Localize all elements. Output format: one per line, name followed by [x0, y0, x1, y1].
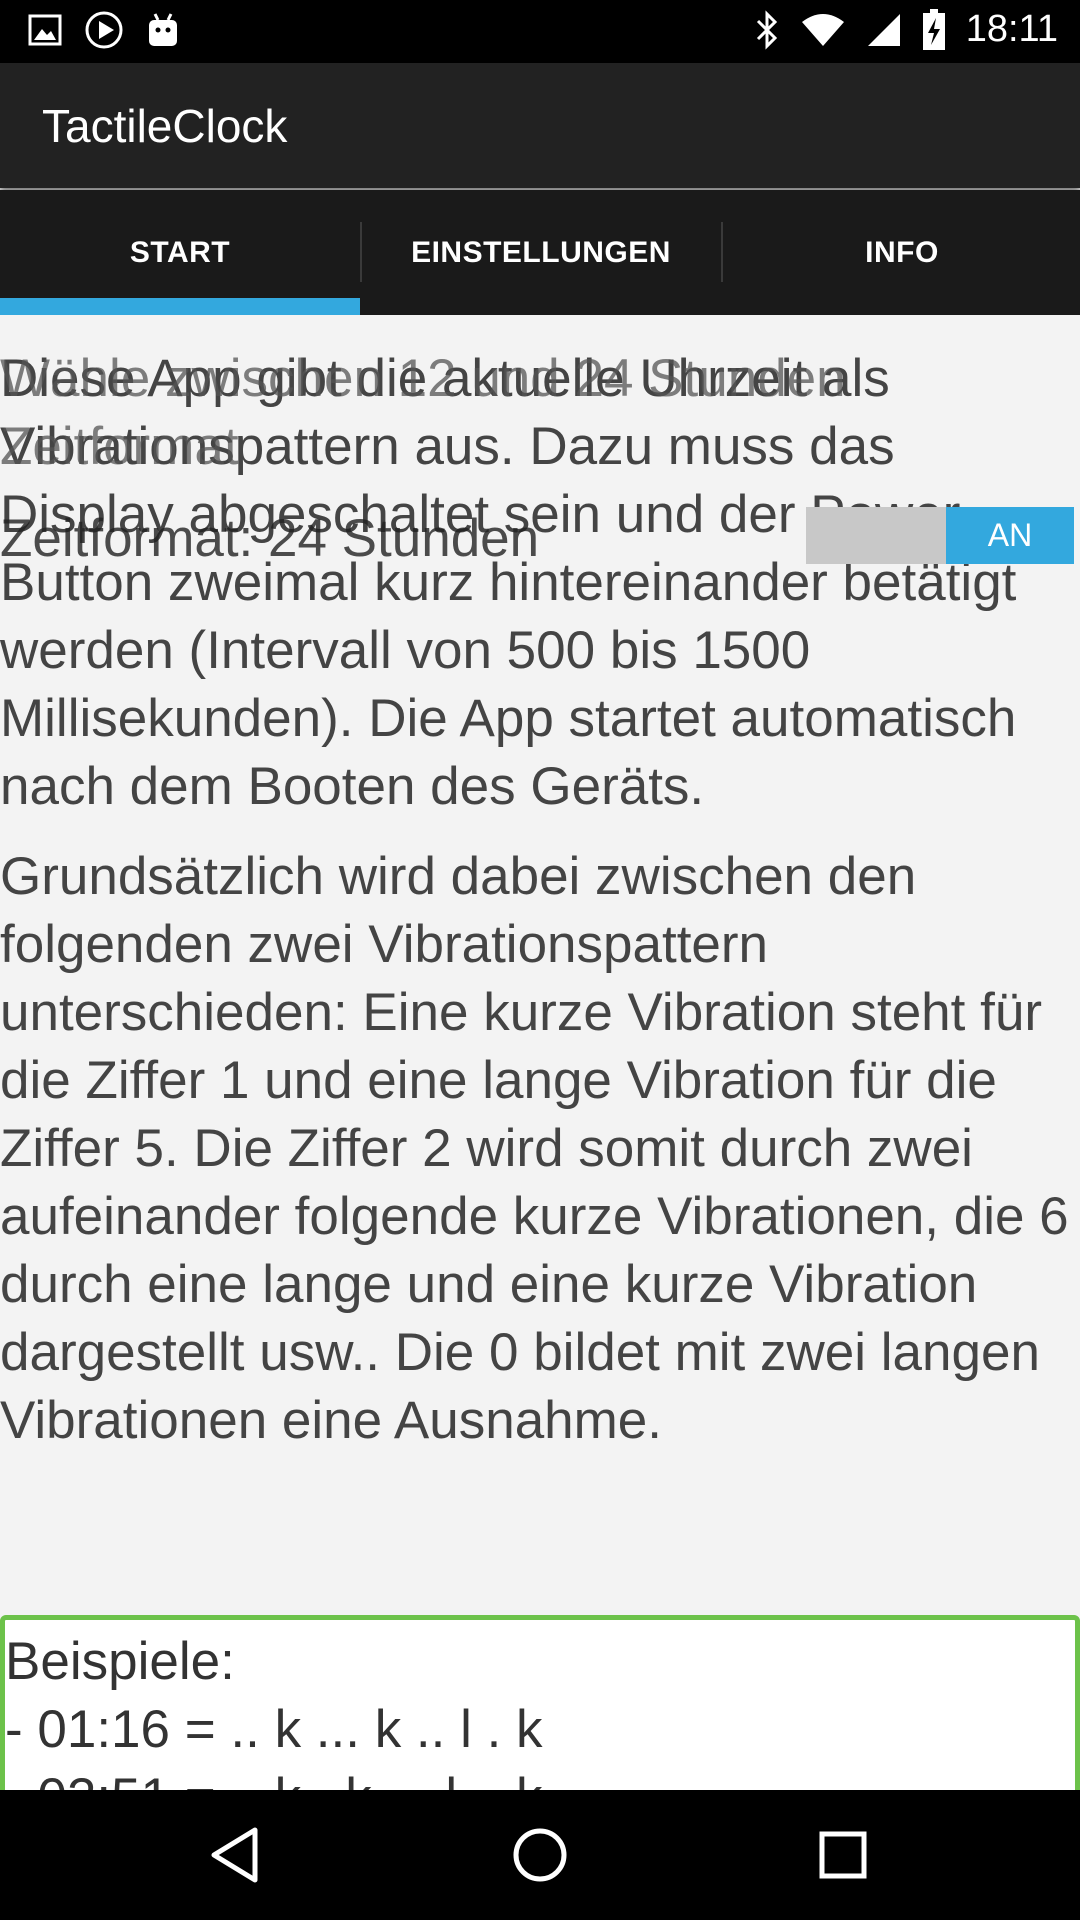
app-title: TactileClock: [42, 100, 288, 152]
bluetooth-icon: [756, 9, 777, 50]
status-left-icons: [28, 10, 180, 50]
image-icon: [28, 14, 62, 46]
action-bar: TactileClock: [0, 63, 1080, 188]
timeformat-description: Wähle zwischen 12 und 24 Stunden Zeitfor…: [0, 349, 846, 476]
examples-box[interactable]: Beispiele: - 01:16 = .. k ... k .. l . k…: [0, 1615, 1080, 1790]
battery-charging-icon: [922, 8, 945, 50]
status-right-icons: 18:11: [754, 8, 1058, 51]
timeformat-label: Zeitformat: 24 Stunden: [0, 509, 540, 568]
tab-info[interactable]: INFO: [722, 190, 1080, 315]
examples-text: Beispiele: - 01:16 = .. k ... k .. l . k…: [5, 1632, 543, 1790]
android-icon: [149, 13, 177, 46]
tab-bar: START EINSTELLUNGEN INFO: [0, 190, 1080, 315]
tab-selected-indicator: [0, 298, 360, 315]
timeformat-toggle[interactable]: AN: [806, 507, 1074, 564]
status-time: 18:11: [965, 8, 1058, 50]
status-bar: 18:11: [0, 0, 1080, 63]
wifi-icon: [801, 13, 844, 46]
home-icon[interactable]: [505, 1820, 575, 1890]
navigation-bar: [0, 1790, 1080, 1920]
play-icon: [85, 11, 123, 49]
pattern-paragraph: Grundsätzlich wird dabei zwischen den fo…: [0, 847, 1069, 1450]
back-icon[interactable]: [200, 1820, 270, 1890]
tab-einstellungen[interactable]: EINSTELLUNGEN: [361, 190, 721, 315]
tab-start[interactable]: START: [0, 190, 360, 315]
toggle-on-thumb: AN: [946, 507, 1074, 564]
recents-icon[interactable]: [808, 1820, 878, 1890]
content-area[interactable]: Diese App gibt die aktuelle Uhrzeit als …: [0, 315, 1080, 1790]
signal-icon: [867, 13, 900, 46]
